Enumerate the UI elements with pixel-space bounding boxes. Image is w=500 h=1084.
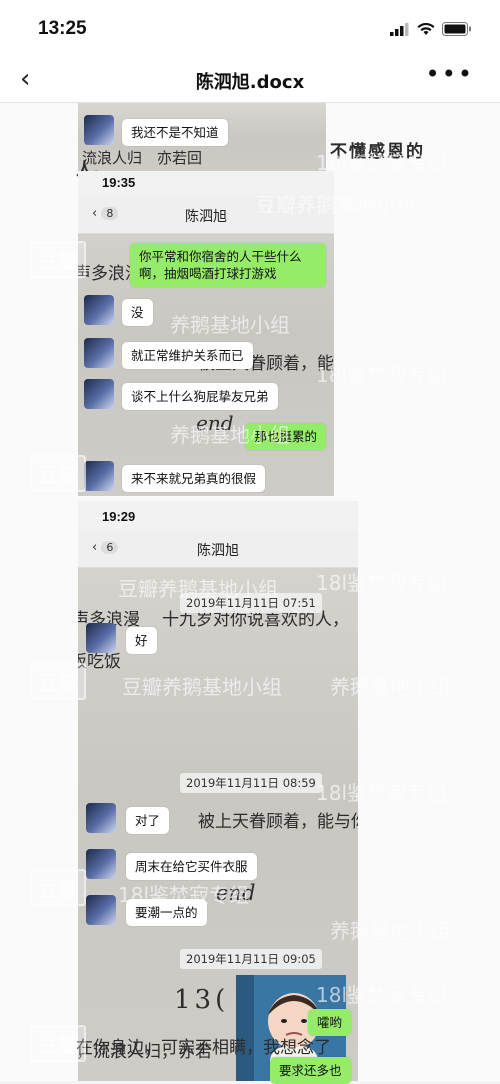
- inner-time: 19:29: [102, 509, 136, 524]
- avatar: [86, 623, 116, 653]
- status-time: 13:25: [38, 18, 87, 39]
- watermark-brand: 豆瓣: [30, 1025, 86, 1062]
- watermark-text: 养鹅基地小组: [170, 313, 290, 337]
- more-icon[interactable]: •••: [426, 60, 474, 88]
- status-icons: [390, 22, 472, 36]
- inner-chat-title: 陈泗旭: [197, 543, 239, 559]
- chat-bubble: 嚯哟: [308, 1009, 352, 1036]
- book-fragment: 在你身边，可实不相瞒，我想念了: [76, 1038, 331, 1058]
- watermark-text: 养鹅基地小组: [170, 423, 290, 447]
- watermark-text: 豆瓣养鹅基地小组: [256, 193, 416, 217]
- watermark-brand: 豆瓣: [30, 455, 86, 492]
- avatar: [84, 338, 114, 368]
- watermark-brand: 豆瓣: [30, 869, 86, 906]
- watermark-brand: 豆瓣: [32, 43, 88, 80]
- chat-bubble: 谈不上什么狗屁挚友兄弟: [122, 383, 278, 410]
- avatar: [86, 849, 116, 879]
- chat-screenshot-1: 流浪人归 亦若回 我还不是不知道: [78, 103, 326, 175]
- chat-bubble: 好: [126, 627, 157, 654]
- chat-bubble: 对了: [126, 807, 170, 834]
- chat-bubble: 我还不是不知道: [122, 119, 228, 146]
- avatar: [84, 461, 114, 491]
- watermark-text: 养鹅基地小组: [330, 675, 450, 699]
- watermark-brand: 豆瓣: [30, 241, 86, 278]
- watermark-text: 18l鉴焚寂专组: [316, 983, 448, 1007]
- inner-time: 19:35: [102, 175, 136, 190]
- watermark-brand: 豆瓣: [30, 663, 86, 700]
- watermark-text: 18l鉴焚寂专组: [316, 151, 448, 175]
- chat-bubble: 周末在给它买件衣服: [126, 853, 257, 880]
- avatar: [86, 803, 116, 833]
- signal-icon: [390, 22, 409, 36]
- chat-bubble: 来不来就兄弟真的很假: [122, 465, 266, 492]
- inner-chat-header: ‹ 6 陈泗旭: [78, 531, 358, 568]
- battery-icon: [442, 22, 471, 36]
- book-fragment: 被上天眷顾着，能与你每天: [198, 812, 358, 832]
- avatar: [84, 115, 114, 145]
- watermark-text: 18l鉴焚寂专组: [118, 883, 250, 907]
- book-fragment: 13(: [174, 985, 230, 1015]
- message-timestamp: 2019年11月11日 09:05: [180, 949, 322, 969]
- watermark-text: 18l鉴焚寂专组: [316, 363, 448, 387]
- watermark-text: 豆瓣养鹅基地小组: [118, 577, 278, 601]
- chat-bubble: 没: [122, 299, 153, 326]
- watermark-text: 养鹅基地小组: [330, 919, 450, 943]
- wifi-icon: [417, 22, 435, 35]
- chat-bubble: 要求还多也: [270, 1057, 351, 1084]
- inner-status-bar: 19:29: [78, 501, 358, 531]
- watermark-text: 18l鉴焚寂专组: [316, 571, 448, 595]
- document-view[interactable]: 流浪人归 亦若回 我还不是不知道 不懂感恩的 人。 声多浪漫 被上天眷顾着，能与…: [0, 43, 500, 1084]
- message-timestamp: 2019年11月11日 08:59: [180, 773, 322, 793]
- avatar: [84, 379, 114, 409]
- avatar: [84, 295, 114, 325]
- avatar: [86, 895, 116, 925]
- chat-bubble: 你平常和你宿舍的人干些什么啊，抽烟喝酒打球打游戏: [130, 243, 326, 287]
- watermark-text: 豆瓣养鹅基地小组: [122, 675, 282, 699]
- chat-bubble: 就正常维护关系而已: [122, 342, 253, 369]
- watermark-text: 18l鉴焚寂专组: [316, 781, 448, 805]
